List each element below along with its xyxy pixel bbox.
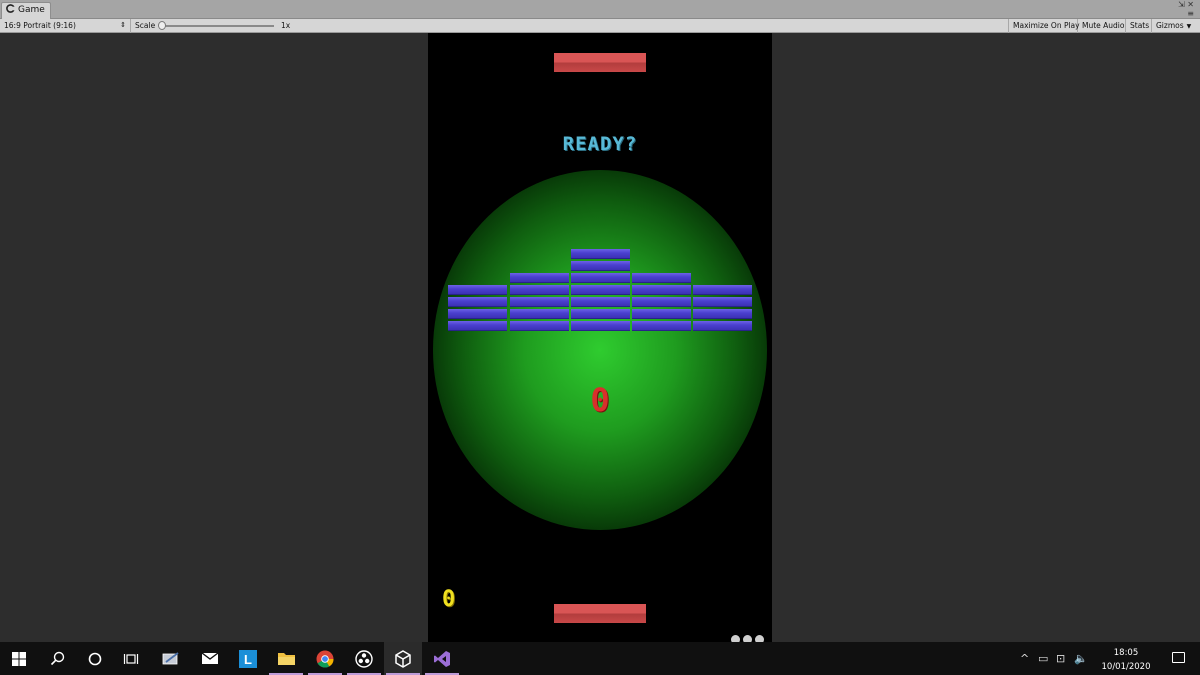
mail-icon[interactable] bbox=[191, 642, 229, 675]
menu-icon[interactable]: ≡ bbox=[1187, 9, 1194, 18]
brick bbox=[510, 297, 569, 307]
file-explorer-icon[interactable] bbox=[267, 642, 305, 675]
obs-icon[interactable] bbox=[345, 642, 383, 675]
unity-icon bbox=[6, 4, 15, 13]
clock-time: 18:05 bbox=[1113, 648, 1139, 658]
clock[interactable]: 18:05 10/01/2020 bbox=[1096, 646, 1156, 674]
updown-arrow-icon: ⇕ bbox=[120, 21, 126, 29]
l-app-icon[interactable]: L bbox=[229, 642, 267, 675]
green-glow-background bbox=[433, 170, 767, 530]
brick bbox=[693, 321, 752, 331]
game-view[interactable]: READY? 0 0 bbox=[428, 33, 772, 642]
scale-value: 1x bbox=[281, 21, 291, 30]
volume-icon[interactable]: 🔈 bbox=[1074, 652, 1088, 665]
brick bbox=[448, 309, 507, 319]
brick bbox=[448, 297, 507, 307]
network-icon[interactable]: ⊡ bbox=[1056, 652, 1065, 665]
chevron-up-icon[interactable]: ^ bbox=[1020, 652, 1029, 665]
cortana-icon[interactable] bbox=[76, 642, 114, 675]
stylus-icon[interactable] bbox=[152, 642, 190, 675]
life-dot bbox=[755, 635, 764, 642]
tab-game-label: Game bbox=[18, 5, 45, 15]
brick bbox=[510, 321, 569, 331]
dropdown-arrow-icon: ▼ bbox=[1186, 23, 1192, 30]
brick bbox=[510, 273, 569, 283]
scale-control: Scale 1x bbox=[131, 19, 341, 33]
editor-tab-bar: Game ⇲ ✕ ≡ bbox=[0, 0, 1200, 19]
scale-slider-track[interactable] bbox=[159, 25, 274, 27]
brick bbox=[571, 321, 630, 331]
tab-game[interactable]: Game bbox=[1, 2, 51, 19]
task-view-icon[interactable] bbox=[112, 642, 150, 675]
brick bbox=[632, 309, 691, 319]
svg-text:L: L bbox=[244, 652, 252, 667]
brick bbox=[632, 321, 691, 331]
unity-taskbar-icon[interactable] bbox=[384, 642, 422, 675]
brick bbox=[571, 249, 630, 259]
life-dot bbox=[743, 635, 752, 642]
brick bbox=[571, 309, 630, 319]
gizmos-dropdown[interactable]: Gizmos ▼ bbox=[1152, 19, 1200, 33]
brick bbox=[571, 297, 630, 307]
ready-text: READY? bbox=[562, 133, 638, 155]
brick bbox=[571, 285, 630, 295]
mute-audio-button[interactable]: Mute Audio bbox=[1078, 19, 1126, 33]
maximize-on-play-button[interactable]: Maximize On Play bbox=[1008, 19, 1080, 33]
life-dot bbox=[731, 635, 740, 642]
chrome-icon[interactable] bbox=[306, 642, 344, 675]
brick bbox=[632, 285, 691, 295]
clock-date: 10/01/2020 bbox=[1101, 662, 1151, 672]
brick bbox=[510, 309, 569, 319]
restore-icon[interactable]: ⇲ bbox=[1178, 0, 1185, 9]
lives-indicator bbox=[728, 629, 764, 642]
game-view-toolbar: 16:9 Portrait (9:16) ⇕ Scale 1x Maximize… bbox=[0, 19, 1200, 33]
notification-icon[interactable] bbox=[1172, 652, 1185, 663]
aspect-ratio-dropdown[interactable]: 16:9 Portrait (9:16) ⇕ bbox=[0, 19, 131, 33]
brick bbox=[693, 297, 752, 307]
brick bbox=[510, 285, 569, 295]
opponent-paddle bbox=[554, 53, 646, 72]
brick bbox=[693, 285, 752, 295]
brick bbox=[571, 261, 630, 271]
stats-button[interactable]: Stats bbox=[1126, 19, 1152, 33]
player-paddle[interactable] bbox=[554, 604, 646, 623]
center-score: 0 bbox=[590, 381, 610, 419]
battery-icon[interactable]: ▭ bbox=[1038, 652, 1048, 665]
brick bbox=[448, 285, 507, 295]
aspect-ratio-value: 16:9 Portrait (9:16) bbox=[4, 21, 76, 30]
brick bbox=[693, 309, 752, 319]
player-score: 0 bbox=[442, 587, 456, 612]
scale-slider-thumb[interactable] bbox=[158, 21, 166, 30]
close-icon[interactable]: ✕ bbox=[1187, 0, 1194, 9]
windows-taskbar: L ^ ▭ ⊡ 🔈 18:05 10/01/2020 bbox=[0, 642, 1200, 675]
scale-label: Scale bbox=[135, 21, 156, 30]
window-controls: ⇲ ✕ ≡ bbox=[1178, 0, 1194, 18]
brick bbox=[632, 297, 691, 307]
brick bbox=[632, 273, 691, 283]
windows-start-icon[interactable] bbox=[0, 642, 38, 675]
brick bbox=[448, 321, 507, 331]
brick bbox=[571, 273, 630, 283]
system-tray: ^ ▭ ⊡ 🔈 18:05 10/01/2020 bbox=[1020, 642, 1200, 675]
search-icon[interactable] bbox=[38, 642, 76, 675]
visual-studio-icon[interactable] bbox=[423, 642, 461, 675]
gizmos-label: Gizmos bbox=[1156, 21, 1184, 30]
